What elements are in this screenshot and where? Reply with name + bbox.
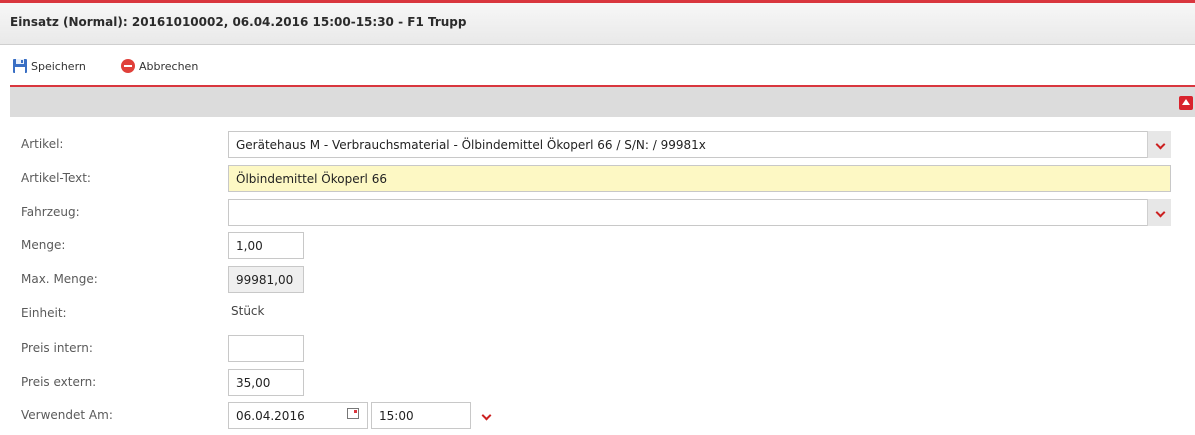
cancel-button-label: Abbrechen bbox=[139, 59, 199, 73]
calendar-icon[interactable] bbox=[347, 408, 359, 419]
save-button-label: Speichern bbox=[31, 59, 86, 73]
window-titlebar: Einsatz (Normal): 20161010002, 06.04.201… bbox=[0, 3, 1195, 45]
fahrzeug-select[interactable] bbox=[228, 199, 1171, 226]
artikel-select[interactable]: Gerätehaus M - Verbrauchsmaterial - Ölbi… bbox=[228, 131, 1171, 158]
preis-intern-label: Preis intern: bbox=[21, 341, 93, 355]
max-menge-label: Max. Menge: bbox=[21, 272, 98, 286]
preis-extern-label: Preis extern: bbox=[21, 375, 97, 389]
einheit-label: Einheit: bbox=[21, 306, 67, 320]
artikel-label: Artikel: bbox=[21, 137, 64, 151]
article-form: Artikel: Gerätehaus M - Verbrauchsmateri… bbox=[10, 117, 1195, 435]
preis-extern-input[interactable]: 35,00 bbox=[228, 369, 304, 396]
fahrzeug-label: Fahrzeug: bbox=[21, 205, 80, 219]
max-menge-value: 99981,00 bbox=[228, 266, 304, 293]
preis-intern-input[interactable] bbox=[228, 335, 304, 362]
menge-input[interactable]: 1,00 bbox=[228, 232, 304, 259]
cancel-icon bbox=[121, 59, 135, 73]
save-button[interactable]: Speichern bbox=[12, 57, 86, 75]
collapse-icon[interactable] bbox=[1179, 96, 1193, 110]
einheit-value: Stück bbox=[231, 304, 265, 318]
cancel-button[interactable]: Abbrechen bbox=[120, 57, 198, 75]
section-header bbox=[10, 87, 1195, 117]
artikel-dropdown-button[interactable] bbox=[1147, 131, 1171, 158]
window-title: Einsatz (Normal): 20161010002, 06.04.201… bbox=[10, 15, 467, 29]
time-dropdown-button[interactable] bbox=[474, 402, 496, 429]
verwendet-am-label: Verwendet Am: bbox=[21, 408, 113, 422]
floppy-disk-icon bbox=[13, 59, 27, 73]
artikel-text-input[interactable]: Ölbindemittel Ökoperl 66 bbox=[228, 165, 1171, 192]
toolbar: Speichern Abbrechen bbox=[0, 45, 1195, 85]
artikel-text-label: Artikel-Text: bbox=[21, 171, 91, 185]
verwendet-am-time-select[interactable]: 15:00 bbox=[371, 402, 471, 429]
fahrzeug-dropdown-button[interactable] bbox=[1147, 199, 1171, 226]
menge-label: Menge: bbox=[21, 238, 66, 252]
